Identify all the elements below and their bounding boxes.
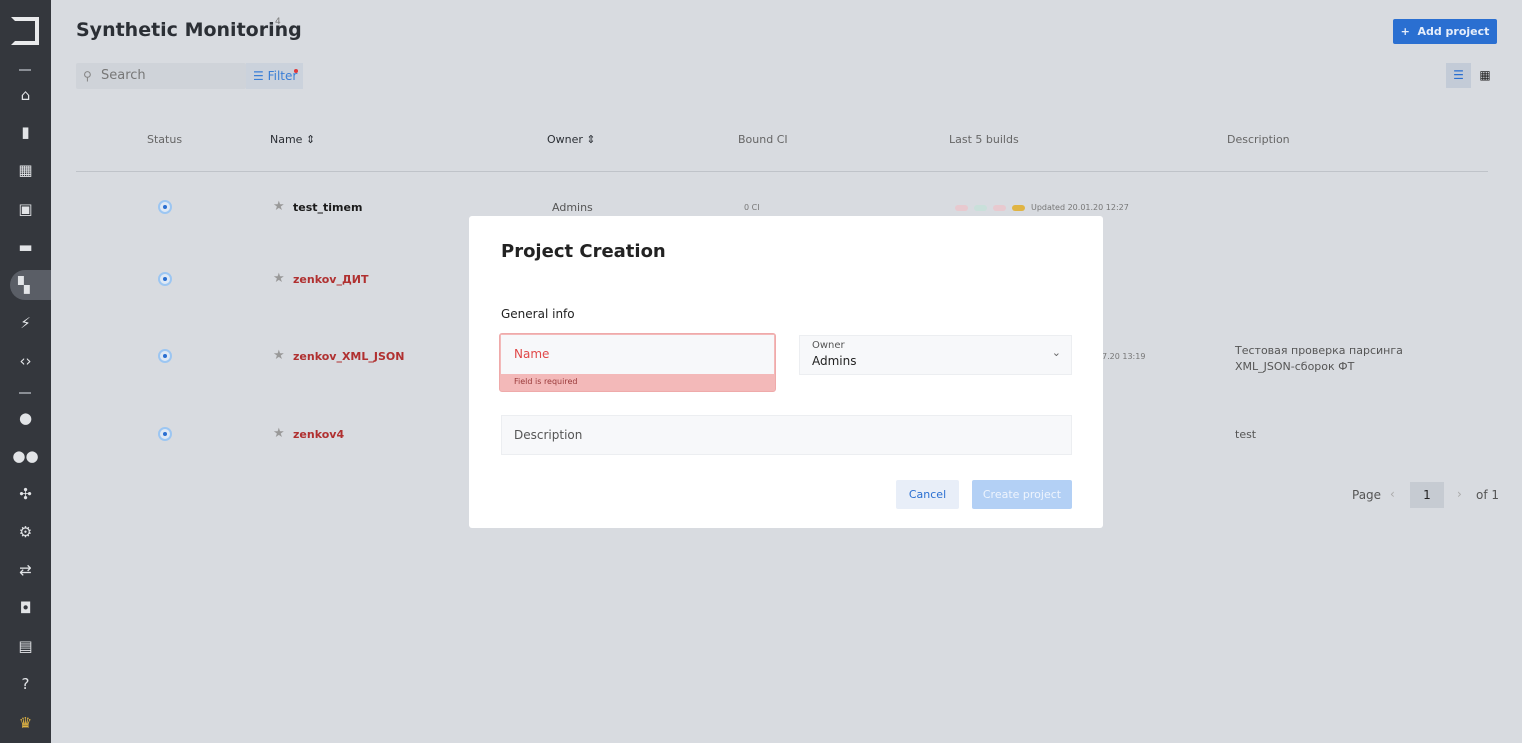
prev-page-icon[interactable]: ‹ <box>1390 487 1395 501</box>
project-count: 4 <box>275 17 281 27</box>
project-description: test <box>1235 428 1257 441</box>
owner-select[interactable]: Owner Admins ⌄ <box>799 335 1072 375</box>
owner-label: Owner <box>812 340 845 351</box>
build-status[interactable] <box>1012 205 1025 211</box>
star-icon[interactable]: ★ <box>273 426 285 441</box>
section-title: General info <box>501 307 575 321</box>
project-owner: Admins <box>552 201 593 214</box>
column-owner[interactable]: Owner ⇕ <box>547 133 596 146</box>
project-name[interactable]: zenkov_ДИТ <box>293 273 368 286</box>
lightning-icon[interactable]: ⚡ <box>0 308 51 338</box>
build-status[interactable] <box>993 205 1006 211</box>
cancel-button[interactable]: Cancel <box>896 480 959 509</box>
divider <box>76 171 1488 172</box>
bound-ci: 0 CI <box>744 203 760 212</box>
building-icon[interactable]: ▦ <box>0 155 51 185</box>
list-view-icon[interactable]: ☰ <box>1446 63 1471 88</box>
chevron-down-icon: ⌄ <box>1051 346 1061 359</box>
updated-time: 7.20 13:19 <box>1102 352 1146 361</box>
crown-icon[interactable]: ♛ <box>0 708 51 738</box>
status-indicator <box>158 349 172 363</box>
name-field-wrapper: Name Field is required <box>499 333 776 392</box>
home-icon[interactable]: ⌂ <box>0 80 51 110</box>
sort-icon: ⇕ <box>305 133 316 146</box>
sort-icon: ⇕ <box>586 133 596 146</box>
archive-icon[interactable]: ▣ <box>0 194 51 224</box>
grid-view-icon[interactable]: ▦ <box>1475 63 1495 88</box>
network-icon[interactable]: ✣ <box>0 479 51 509</box>
search-input[interactable]: ⚲ Search <box>76 63 246 89</box>
search-icon: ⚲ <box>83 69 92 83</box>
description-input[interactable]: Description <box>501 415 1072 455</box>
help-icon[interactable]: ? <box>0 669 51 699</box>
status-indicator <box>158 427 172 441</box>
next-page-icon[interactable]: › <box>1457 487 1462 501</box>
filter-label: Filter <box>267 69 298 83</box>
filter-button[interactable]: ☰ Filter <box>246 63 303 89</box>
updated-time: Updated 20.01.20 12:27 <box>1031 203 1129 212</box>
project-name[interactable]: zenkov4 <box>293 428 344 441</box>
chat-icon[interactable]: ▤ <box>0 631 51 661</box>
logo[interactable] <box>11 17 39 45</box>
users-icon[interactable]: ●● <box>0 441 51 471</box>
column-last-builds: Last 5 builds <box>949 133 1019 146</box>
user-icon[interactable]: ● <box>0 403 51 433</box>
column-name-label: Name <box>270 133 303 146</box>
status-indicator <box>158 200 172 214</box>
monitor-icon[interactable]: ▮ <box>0 117 51 147</box>
star-icon[interactable]: ★ <box>273 271 285 286</box>
sidebar: ⌂ ▮ ▦ ▣ ▬ ▚ ⚡ ‹› ● ●● ✣ ⚙ ⇄ ◘ ▤ ? ♛ <box>0 0 51 743</box>
name-error: Field is required <box>514 377 578 386</box>
gear-icon[interactable]: ⚙ <box>0 517 51 547</box>
project-name[interactable]: test_timem <box>293 201 362 214</box>
project-description: Тестовая проверка парсинга XML_JSON-сбор… <box>1235 344 1403 373</box>
code-icon[interactable]: ‹› <box>0 346 51 376</box>
page-number-input[interactable]: 1 <box>1410 482 1444 508</box>
column-owner-label: Owner <box>547 133 583 146</box>
column-status: Status <box>147 133 183 146</box>
star-icon[interactable]: ★ <box>273 199 285 214</box>
page-title: Synthetic Monitoring <box>76 19 302 41</box>
page-total: of 1 <box>1476 488 1500 502</box>
swap-icon[interactable]: ⇄ <box>0 555 51 585</box>
star-icon[interactable]: ★ <box>273 348 285 363</box>
build-status[interactable] <box>974 205 987 211</box>
add-project-label: Add project <box>1417 25 1490 38</box>
search-placeholder: Search <box>101 68 146 83</box>
name-input[interactable]: Name <box>501 335 774 374</box>
filter-icon: ☰ <box>253 69 264 83</box>
ruler-icon[interactable]: ▬ <box>0 232 51 262</box>
divider <box>19 392 31 394</box>
modal-title: Project Creation <box>501 241 666 262</box>
owner-value: Admins <box>812 354 857 368</box>
project-creation-modal: Project Creation General info Name Field… <box>469 216 1103 528</box>
add-project-button[interactable]: + Add project <box>1393 19 1497 44</box>
status-indicator <box>158 272 172 286</box>
dashboard-icon[interactable]: ▚ <box>10 270 51 300</box>
column-description: Description <box>1227 133 1290 146</box>
column-bound-ci: Bound CI <box>738 133 788 146</box>
divider <box>19 69 31 71</box>
create-project-button[interactable]: Create project <box>972 480 1072 509</box>
filter-indicator <box>294 69 298 73</box>
project-name[interactable]: zenkov_XML_JSON <box>293 350 404 363</box>
build-status[interactable] <box>955 205 968 211</box>
page-label: Page <box>1352 488 1382 502</box>
column-name[interactable]: Name ⇕ <box>270 133 315 146</box>
android-icon[interactable]: ◘ <box>0 593 51 623</box>
